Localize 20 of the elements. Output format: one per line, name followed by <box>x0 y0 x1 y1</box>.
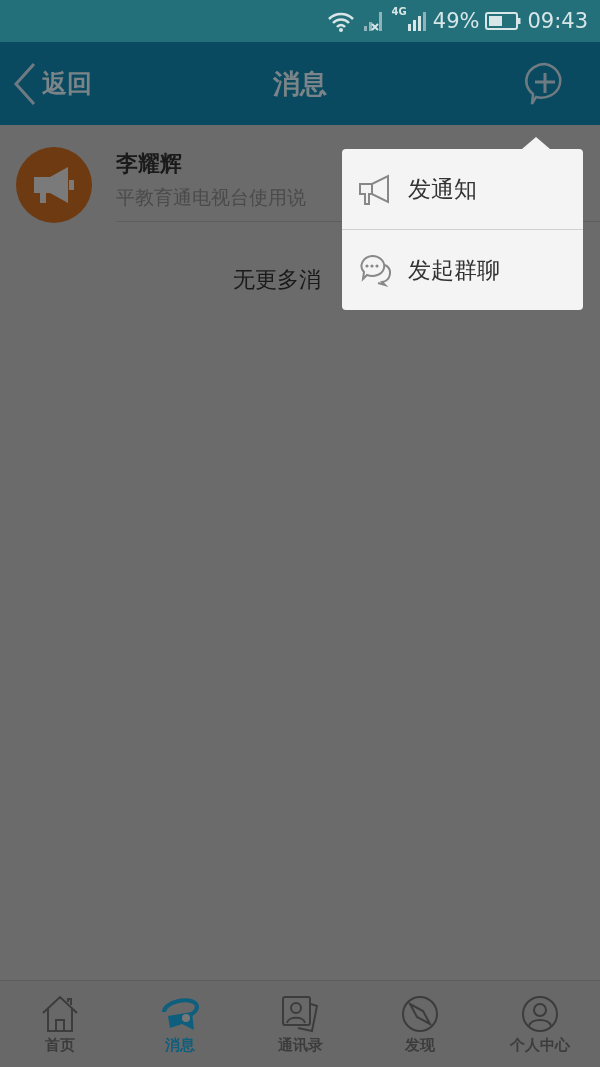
megaphone-icon <box>358 172 392 206</box>
tab[interactable]: 消息 <box>120 981 240 1067</box>
signal-icon <box>406 10 427 32</box>
network-type: 4G <box>391 6 407 17</box>
contact-card-icon <box>280 993 320 1034</box>
chat-bubbles-icon <box>358 253 392 287</box>
compass-icon <box>400 993 440 1034</box>
no-more-messages-text: 无更多消 <box>233 267 321 292</box>
battery-icon <box>485 11 522 31</box>
user-icon <box>520 993 560 1034</box>
clock: 09:43 <box>527 9 588 33</box>
page-title: 消息 <box>273 66 327 101</box>
menu-item[interactable]: 发通知 <box>342 149 583 229</box>
back-button[interactable]: 返回 <box>0 61 92 106</box>
contact-name: 李耀辉 <box>116 149 182 178</box>
menu-item[interactable]: 发起群聊 <box>342 229 583 310</box>
chevron-left-icon <box>12 61 38 106</box>
battery-percent: 49% <box>432 9 480 33</box>
megaphone-avatar-icon <box>16 147 92 223</box>
home-icon <box>40 993 80 1034</box>
